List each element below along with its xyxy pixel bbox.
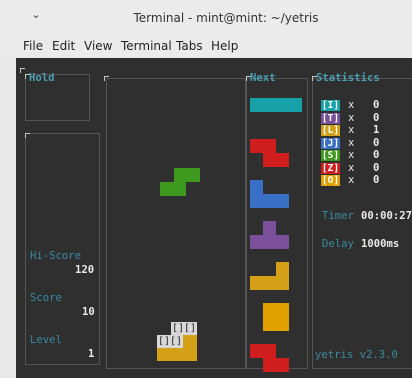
next-label: Next [250,72,276,84]
stat-separator: x [348,161,355,174]
next-piece-block [263,153,289,167]
ghost-piece-block: [][] [157,335,183,348]
delay-label: Delay [322,238,354,250]
next-piece-block [250,194,289,208]
falling-piece-block [174,168,200,182]
menu-terminal[interactable]: Terminal [121,39,172,53]
next-piece-block [263,303,289,331]
hiscore-label: Hi-Score [30,250,82,262]
next-piece-block [263,221,276,235]
version-text: yetris v2.3.0 [315,349,398,361]
stat-separator: x [348,124,355,136]
title-bar: ⌄ Terminal - mint@mint: ~/yetris [0,0,412,35]
stat-count: 0 [373,161,380,174]
stat-count: 0 [373,174,380,186]
menu-edit[interactable]: Edit [52,39,75,53]
timer-label: Timer [322,210,354,222]
board-corner [104,76,109,81]
falling-piece-block [160,182,186,196]
menu-bar: File Edit View Terminal Tabs Help [0,35,412,57]
next-piece-block [250,344,276,358]
screen-corner [20,68,25,73]
statistics-label: Statistics [316,72,380,84]
stat-separator: x [348,99,355,111]
stat-piece-tag: [Z] [321,162,340,174]
next-piece-block [250,276,289,290]
stat-count: 0 [373,136,380,149]
menu-help[interactable]: Help [211,39,238,53]
ghost-piece-block: [][] [171,322,197,335]
next-piece-block [250,235,289,249]
next-piece-block [250,139,276,153]
level-value: 1 [88,348,95,360]
stat-piece-tag: [T] [321,112,340,124]
next-piece-block [263,358,289,372]
terminal-area[interactable]: Hold Hi-Score 120 Score 10 Level 1 [][] … [16,58,412,378]
timer-value: 00:00:27 [361,210,412,222]
score-value: 10 [82,306,95,318]
delay-value: 1000ms [361,238,400,250]
stat-piece-tag: [O] [321,175,340,186]
info-corner [25,133,30,138]
stat-separator: x [348,149,355,161]
stat-count: 0 [373,111,380,124]
stat-piece-tag: [L] [321,125,340,136]
hiscore-value: 120 [75,264,95,276]
stat-piece-tag: [I] [321,100,340,111]
menu-file[interactable]: File [23,39,43,53]
level-label: Level [30,334,62,346]
next-piece-block [250,98,302,112]
next-piece-block [250,180,263,194]
stat-count: 0 [373,99,380,111]
stat-piece-tag: [S] [321,150,340,161]
stat-count: 0 [373,149,380,161]
score-label: Score [30,292,62,304]
stat-count: 1 [373,124,380,136]
stat-separator: x [348,174,355,186]
hold-label: Hold [29,72,55,84]
stat-piece-tag: [J] [321,137,340,149]
menu-view[interactable]: View [84,39,112,53]
window-title: Terminal - mint@mint: ~/yetris [133,11,319,25]
info-box [25,133,100,365]
landed-piece-block [183,335,197,348]
menu-tabs[interactable]: Tabs [176,39,203,53]
stat-separator: x [348,111,355,124]
landed-piece-block [157,348,197,361]
stat-separator: x [348,136,355,149]
next-piece-block [276,262,289,276]
